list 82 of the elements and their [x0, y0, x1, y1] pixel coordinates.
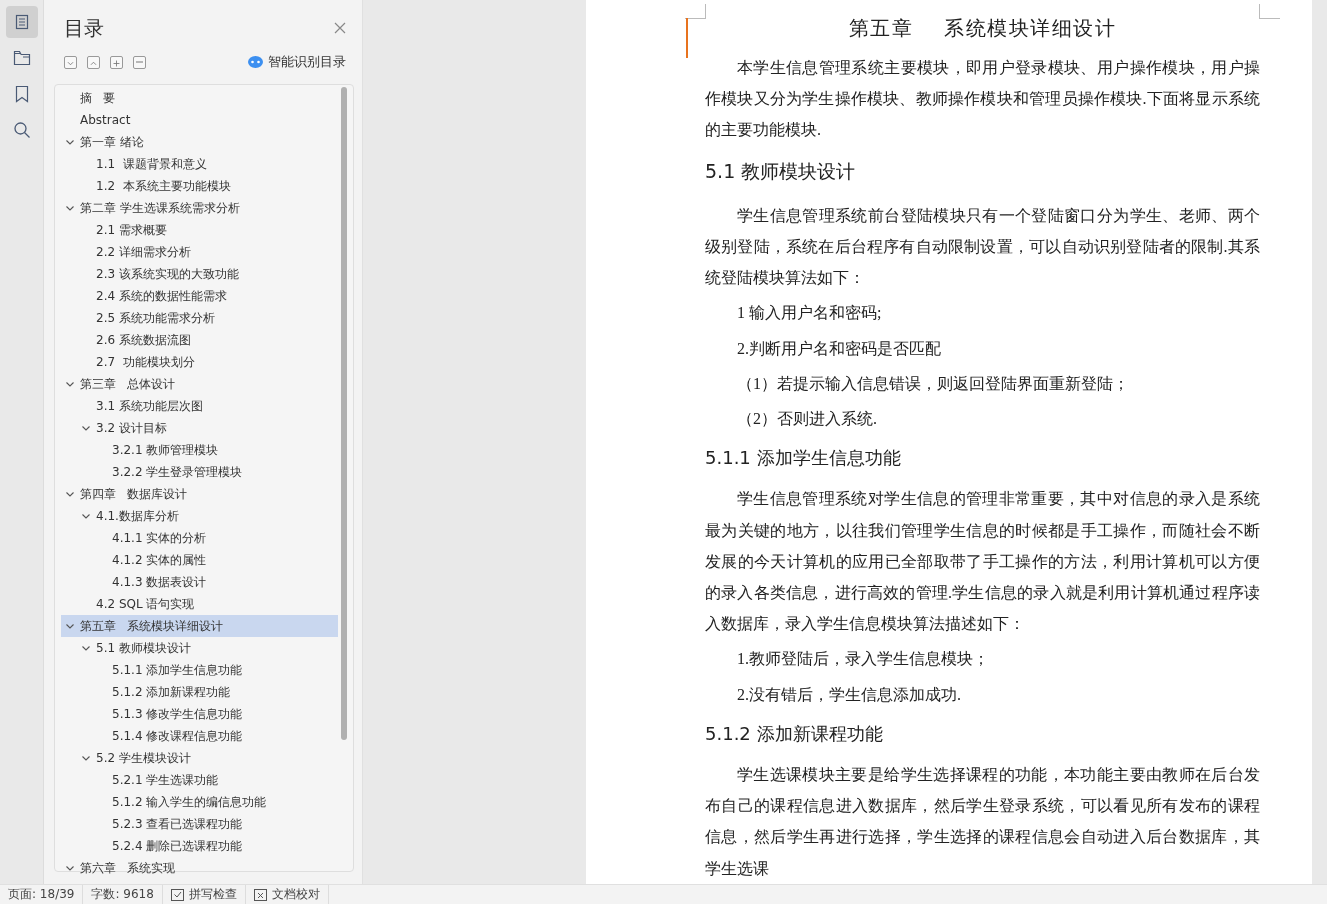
remove-level-button[interactable]	[133, 55, 146, 69]
paragraph: 学生选课模块主要是给学生选择课程的功能，本功能主要由教师在后台发布自己的课程信息进入数据库，然后学生登录系统，可以看见所有发布的课程信息，然后学生再进行选择，学生选择的课程信息会自动进入后台数据库，其学生选课	[705, 765, 1260, 879]
toc-item[interactable]: 5.2.4 删除已选课程功能	[61, 835, 338, 857]
toc-item[interactable]: 2.7 功能模块划分	[61, 351, 338, 373]
toc-item[interactable]: 1.1 课题背景和意义	[61, 153, 338, 175]
toc-item[interactable]: 第三章 总体设计	[61, 373, 338, 395]
folder-outline-icon	[12, 50, 31, 66]
toc-item[interactable]: 3.2.2 学生登录管理模块	[61, 461, 338, 483]
toc-item[interactable]: 2.1 需求概要	[61, 219, 338, 241]
toc-item[interactable]: 2.5 系统功能需求分析	[61, 307, 338, 329]
crop-mark	[1259, 4, 1280, 19]
toc-item[interactable]: Abstract	[61, 109, 338, 131]
chevron-icon[interactable]	[81, 423, 91, 433]
toc-item[interactable]: 5.2 学生模块设计	[61, 747, 338, 769]
list-item: 1 输入用户名和密码;	[736, 303, 883, 324]
toc-item[interactable]: 5.1 教师模块设计	[61, 637, 338, 659]
panel-title: 目录	[64, 14, 104, 42]
chevron-icon[interactable]	[65, 379, 75, 389]
spell-check-button[interactable]: 拼写检查	[162, 884, 246, 904]
toc-item[interactable]: 第五章 系统模块详细设计	[61, 615, 338, 637]
close-icon[interactable]	[334, 22, 346, 34]
cross-box-icon	[253, 888, 267, 901]
toc-item[interactable]: 第一章 绪论	[61, 131, 338, 153]
toc-item[interactable]: 第二章 学生选课系统需求分析	[61, 197, 338, 219]
sidebar-tab[interactable]	[5, 6, 38, 38]
proofread-button[interactable]: 文档校对	[245, 884, 329, 904]
chevron-icon[interactable]	[81, 643, 91, 653]
toc-item[interactable]: 第六章 系统实现	[61, 857, 338, 879]
search-icon	[12, 121, 31, 139]
toc-item[interactable]: 5.2.1 学生选课功能	[61, 769, 338, 791]
text-cursor	[686, 18, 688, 58]
toc-item[interactable]: 5.2.3 查看已选课程功能	[61, 813, 338, 835]
paragraph: 学生信息管理系统前台登陆模块只有一个登陆窗口分为学生、老师、两个级别登陆，系统在后台程序有自动限制设置，可以自动识别登陆者的限制.其系统登陆模块算法如下：	[705, 205, 1260, 289]
chevron-icon[interactable]	[65, 489, 75, 499]
checkbox-icon	[170, 888, 184, 901]
toc-item[interactable]: 5.1.1 添加学生信息功能	[61, 659, 338, 681]
toc-item[interactable]: 5.1.2 输入学生的编信息功能	[61, 791, 338, 813]
toc-item[interactable]: 5.1.3 修改学生信息功能	[61, 703, 338, 725]
toc-item[interactable]: 5.1.4 修改课程信息功能	[61, 725, 338, 747]
subsection-heading: 5.1.2 添加新课程功能	[705, 721, 884, 746]
smart-toc-button[interactable]: 智能识别目录	[248, 53, 346, 71]
add-level-button[interactable]	[110, 55, 123, 69]
toc-item[interactable]: 4.1.数据库分析	[61, 505, 338, 527]
document-list-icon	[13, 14, 30, 30]
page-count: 页面: 18/39	[0, 884, 84, 904]
toc-item[interactable]: 3.2.1 教师管理模块	[61, 439, 338, 461]
collapse-up-button[interactable]	[87, 55, 100, 69]
toc-item[interactable]: 2.3 该系统实现的大致功能	[61, 263, 338, 285]
toc-item[interactable]: 4.1.1 实体的分析	[61, 527, 338, 549]
word-count: 字数: 9618	[83, 884, 163, 904]
toc-item[interactable]: 3.1 系统功能层次图	[61, 395, 338, 417]
subsection-heading: 5.1.1 添加学生信息功能	[705, 446, 902, 471]
chevron-icon[interactable]	[81, 753, 91, 763]
toc-item[interactable]: 2.2 详细需求分析	[61, 241, 338, 263]
bookmark-icon	[14, 85, 29, 103]
paragraph: 本学生信息管理系统主要模块，即用户登录模块、用户操作模块，用户操作模块又分为学生操作模块、教师操作模块和管理员操作模块.下面将显示系统的主要功能模块.	[705, 58, 1260, 141]
list-item: 2.没有错后，学生信息添加成功.	[736, 684, 962, 705]
chevron-icon[interactable]	[65, 203, 75, 213]
toc-item[interactable]: 3.2 设计目标	[61, 417, 338, 439]
toc-item[interactable]: 4.1.3 数据表设计	[61, 571, 338, 593]
chapter-title: 第五章 系统模块详细设计	[847, 15, 1118, 42]
toc-item[interactable]: 2.6 系统数据流图	[61, 329, 338, 351]
paragraph: 学生信息管理系统对学生信息的管理非常重要，其中对信息的录入是系统最为关键的地方，以往我们管理学生信息的时候都是手工操作，而随社会不断发展的今天计算机的应用已全部取带了手工操作的方法，利用计算机可以方便的录入各类信息，进行高效的管理.学生信息的录入就是利用计算机通过程序读入数据库，录入学生信息模块算法描述如下：	[705, 489, 1260, 635]
toc-item[interactable]: 4.1.2 实体的属性	[61, 549, 338, 571]
list-item: （2）否则进入系统.	[736, 409, 878, 430]
chevron-icon[interactable]	[81, 511, 91, 521]
chevron-icon[interactable]	[65, 863, 75, 873]
chevron-icon[interactable]	[65, 621, 75, 631]
list-item: 1.教师登陆后，录入学生信息模块；	[736, 649, 990, 670]
chevron-icon[interactable]	[65, 137, 75, 147]
toc-item[interactable]: 摘 要	[61, 87, 338, 109]
list-item: （1）若提示输入信息错误，则返回登陆界面重新登陆；	[736, 373, 1130, 394]
section-heading: 5.1 教师模块设计	[705, 158, 857, 184]
toc-item[interactable]: 5.1.2 添加新课程功能	[61, 681, 338, 703]
toc-item[interactable]: 1.2 本系统主要功能模块	[61, 175, 338, 197]
list-item: 2.判断用户名和密码是否匹配	[736, 338, 942, 359]
minus-icon	[136, 61, 143, 63]
robot-face-icon	[248, 56, 263, 68]
toc-item[interactable]: 第四章 数据库设计	[61, 483, 338, 505]
toc-item[interactable]: 4.2 SQL 语句实现	[61, 593, 338, 615]
toc-item[interactable]: 2.4 系统的数据性能需求	[61, 285, 338, 307]
expand-down-button[interactable]	[64, 55, 77, 69]
